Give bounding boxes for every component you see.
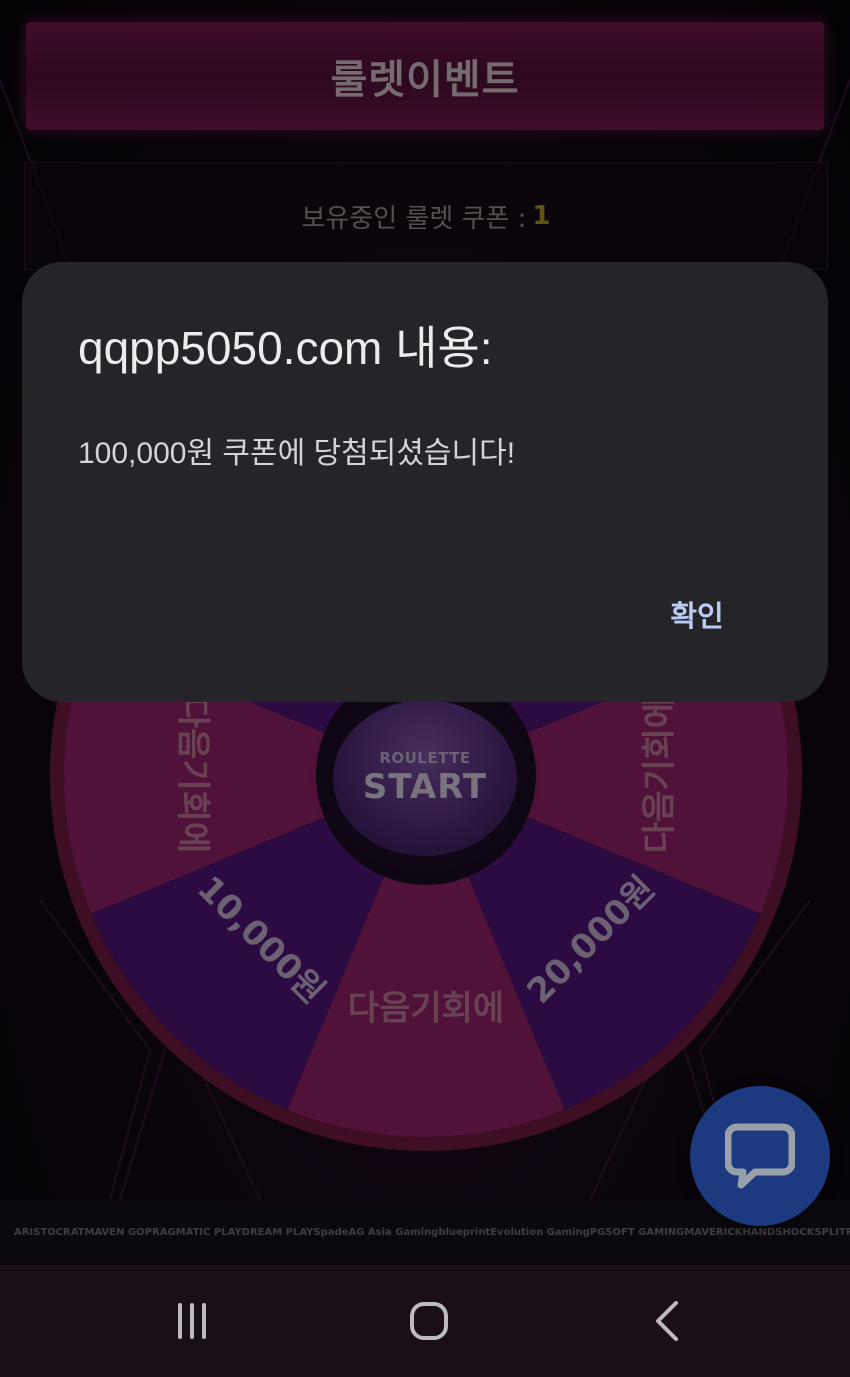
dialog-title: qqpp5050.com 내용:: [78, 322, 493, 374]
system-nav-bar: [0, 1265, 850, 1377]
back-icon: [656, 1301, 678, 1341]
chat-button[interactable]: [690, 1086, 830, 1226]
recents-icon: [178, 1303, 206, 1339]
dialog-message: 100,000원 쿠폰에 당첨되셨습니다!: [78, 437, 516, 470]
chat-bubble-icon: [725, 1123, 795, 1189]
nav-home-button[interactable]: [369, 1265, 489, 1377]
dialog-ok-button[interactable]: 확인: [642, 584, 752, 644]
nav-recents-button[interactable]: [132, 1265, 252, 1377]
home-icon: [410, 1302, 448, 1340]
nav-back-button[interactable]: [608, 1265, 728, 1377]
alert-dialog: qqpp5050.com 내용: 100,000원 쿠폰에 당첨되셨습니다! 확…: [22, 262, 828, 702]
